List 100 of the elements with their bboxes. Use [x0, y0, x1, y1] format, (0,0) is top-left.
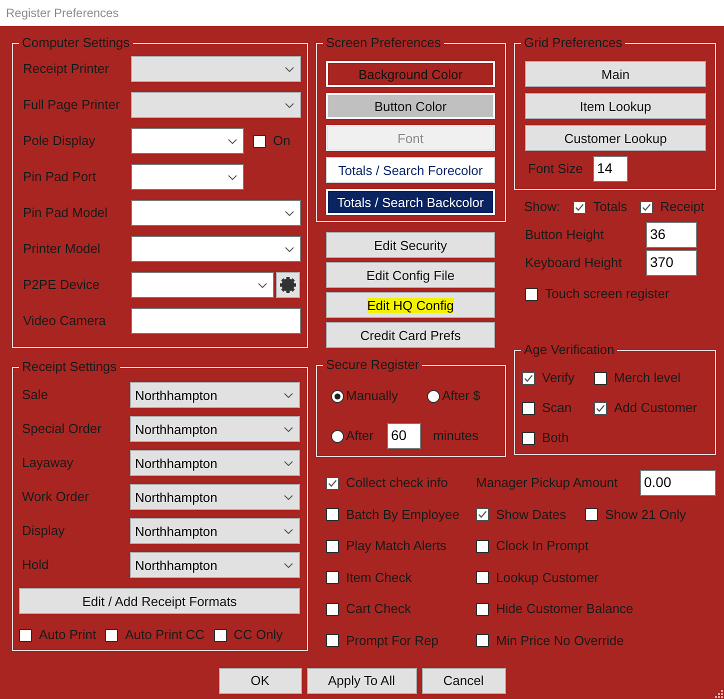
resize-grip-icon[interactable]: [714, 689, 723, 698]
checkbox[interactable]: [253, 134, 266, 148]
dropdown[interactable]: Northhampton: [130, 382, 300, 408]
checkbox[interactable]: [522, 432, 535, 444]
color-setting-button[interactable]: Totals / Search Backcolor: [326, 189, 495, 215]
dropdown[interactable]: [131, 200, 301, 226]
group-title: Receipt Settings: [21, 359, 118, 375]
radio-button[interactable]: [427, 390, 440, 402]
radio-button[interactable]: [331, 430, 344, 442]
dropdown[interactable]: [131, 272, 274, 298]
edit-receipt-formats-button[interactable]: Edit / Add Receipt Formats: [19, 588, 300, 614]
chevron-down-icon: [284, 426, 293, 432]
edit-button[interactable]: Edit Security: [326, 232, 495, 258]
minutes-field[interactable]: 60: [387, 423, 421, 449]
checkbox-label: Merch level: [614, 370, 680, 386]
field-label: Receipt Printer: [23, 61, 110, 77]
checkbox-label: Hide Customer Balance: [496, 601, 634, 618]
field-label: Display: [22, 523, 66, 539]
grid-button[interactable]: Item Lookup: [525, 93, 706, 119]
dropdown[interactable]: [131, 128, 244, 154]
field-label: Pin Pad Port: [23, 169, 97, 185]
dropdown[interactable]: Northhampton: [130, 450, 300, 476]
dropdown[interactable]: Northhampton: [130, 552, 300, 578]
field-label: Hold: [22, 557, 50, 573]
checkbox[interactable]: [522, 372, 535, 384]
checkbox[interactable]: [476, 602, 489, 616]
grid-button[interactable]: Main: [525, 61, 706, 87]
edit-button[interactable]: Edit Config File: [326, 262, 495, 288]
height-field[interactable]: 36: [646, 222, 697, 248]
checkbox-label: Collect check info: [346, 475, 448, 491]
checkbox-label: Play Match Alerts: [346, 538, 446, 554]
text-field[interactable]: [131, 308, 301, 334]
checkbox[interactable]: [594, 402, 607, 414]
radio-label: Manually: [346, 388, 398, 404]
checkbox[interactable]: [585, 508, 598, 522]
checkbox-label: Show Dates: [496, 506, 566, 523]
checkbox[interactable]: [326, 540, 339, 553]
gear-icon: [280, 277, 296, 293]
chevron-down-icon: [284, 562, 293, 568]
checkbox-label: Add Customer: [614, 400, 698, 416]
checkbox[interactable]: [594, 372, 607, 384]
radio-button[interactable]: [331, 390, 344, 402]
edit-button[interactable]: Edit HQ Config: [326, 292, 495, 318]
dropdown[interactable]: Northhampton: [130, 416, 300, 442]
dropdown[interactable]: [131, 236, 301, 262]
chevron-down-icon: [228, 174, 237, 180]
checkbox[interactable]: [476, 508, 489, 522]
checkbox-label: Touch screen register: [545, 286, 670, 302]
checkbox-label: CC Only: [234, 627, 283, 643]
checkbox[interactable]: [105, 628, 118, 642]
checkbox-label: Clock In Prompt: [496, 538, 588, 554]
field-label: Printer Model: [23, 241, 102, 257]
field-label: Special Order: [22, 421, 102, 437]
grid-button[interactable]: Customer Lookup: [525, 125, 706, 151]
chevron-down-icon: [285, 102, 294, 108]
field-label: Manager Pickup Amount: [476, 475, 618, 491]
group-title: Age Verification: [523, 342, 616, 358]
checkbox-label: Auto Print: [39, 627, 96, 643]
checkbox-label: Totals: [593, 199, 628, 215]
checkbox[interactable]: [214, 628, 227, 642]
checkbox-label: Both: [542, 430, 569, 446]
dialog-button[interactable]: OK: [218, 668, 302, 694]
chevron-down-icon: [228, 138, 237, 144]
checkbox[interactable]: [326, 508, 339, 522]
dialog-button[interactable]: Cancel: [422, 668, 506, 694]
checkbox[interactable]: [476, 571, 489, 584]
checkbox[interactable]: [573, 200, 586, 214]
amount-field[interactable]: 0.00: [640, 470, 716, 496]
group-title: Computer Settings: [21, 35, 131, 51]
field-label: Font Size: [528, 161, 584, 177]
checkbox[interactable]: [640, 200, 654, 214]
checkbox[interactable]: [326, 634, 339, 648]
checkbox[interactable]: [326, 571, 339, 584]
dropdown[interactable]: [131, 164, 244, 190]
checkbox[interactable]: [522, 402, 535, 414]
font-size-field[interactable]: 14: [593, 156, 628, 182]
chevron-down-icon: [284, 494, 293, 500]
checkbox-label: Cart Check: [346, 601, 412, 618]
color-setting-button[interactable]: Button Color: [326, 93, 495, 119]
checkbox[interactable]: [525, 288, 538, 300]
edit-button[interactable]: Credit Card Prefs: [326, 322, 495, 348]
checkbox[interactable]: [476, 540, 489, 553]
height-field[interactable]: 370: [646, 250, 697, 276]
window-title: Register Preferences: [6, 5, 119, 21]
field-label: Layaway: [22, 455, 74, 471]
color-setting-button[interactable]: Totals / Search Forecolor: [326, 157, 495, 183]
field-label: Pole Display: [23, 133, 96, 149]
checkbox[interactable]: [326, 602, 339, 616]
checkbox[interactable]: [326, 476, 339, 490]
checkbox-label: Auto Print CC: [125, 627, 205, 643]
checkbox[interactable]: [19, 628, 32, 642]
gear-button[interactable]: [276, 272, 300, 298]
dialog-button[interactable]: Apply To All: [306, 668, 416, 694]
checkbox[interactable]: [476, 634, 489, 648]
field-label: Video Camera: [23, 313, 107, 329]
unit-label: minutes: [433, 428, 479, 444]
dropdown[interactable]: Northhampton: [130, 518, 300, 544]
chevron-down-icon: [285, 210, 294, 216]
dropdown[interactable]: Northhampton: [130, 484, 300, 510]
field-label: Button Height: [525, 227, 605, 243]
